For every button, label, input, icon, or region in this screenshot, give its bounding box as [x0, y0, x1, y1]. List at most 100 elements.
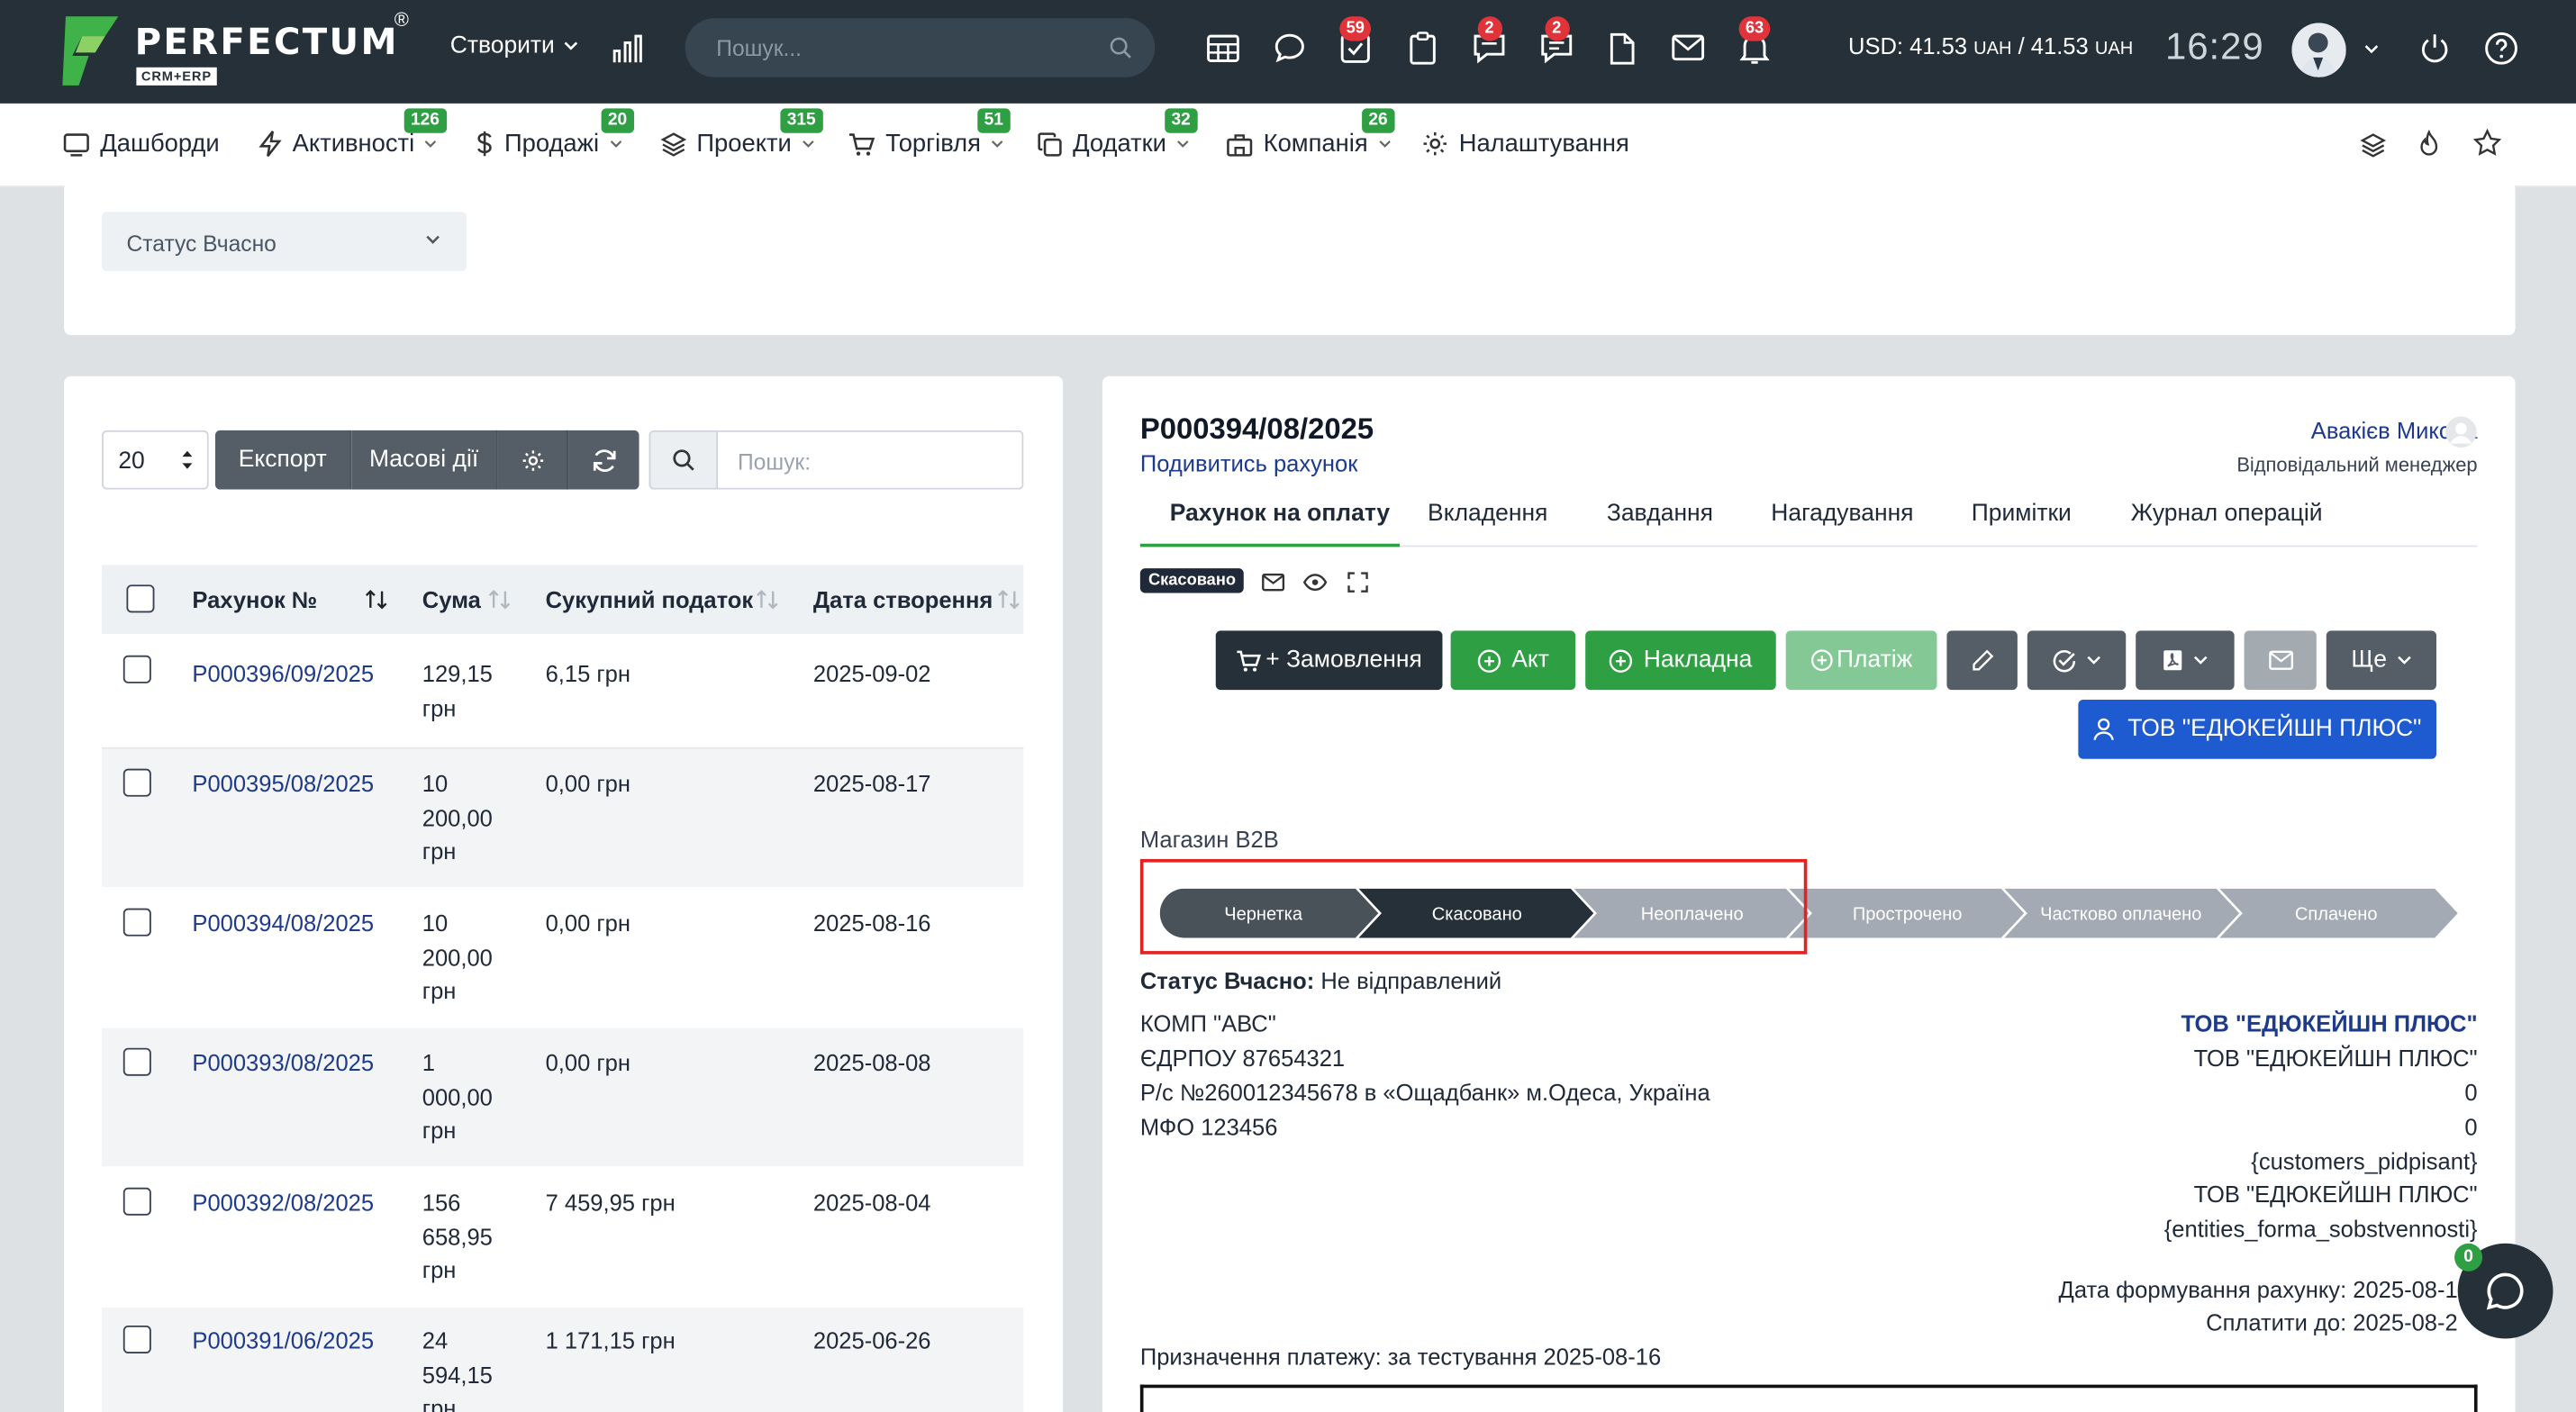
tasks-check-icon[interactable]: 59 — [1339, 16, 1372, 64]
help-icon[interactable] — [2484, 32, 2518, 66]
buyer-title-link[interactable]: ТОВ "ЕДЮКЕЙШН ПЛЮС" — [2181, 1010, 2478, 1036]
nav-item-projects[interactable]: Проекти 315 — [660, 108, 822, 158]
sort-icon[interactable] — [488, 589, 512, 610]
column-header-sum[interactable]: Сума — [422, 586, 481, 612]
nav-item-dashboards[interactable]: Дашборди — [62, 130, 220, 158]
list-toolbar: Експорт Масові дії — [214, 430, 639, 490]
sort-icon[interactable] — [997, 589, 1020, 610]
row-checkbox[interactable] — [122, 1187, 151, 1216]
tab-reminders[interactable]: Нагадування — [1771, 501, 1913, 527]
messages-icon[interactable]: 2 — [1539, 16, 1574, 64]
sum-part: 10 — [422, 910, 449, 937]
search-icon — [673, 449, 694, 471]
invoice-number-link[interactable]: P000394/08/2025 — [192, 907, 374, 940]
sort-desc-icon[interactable] — [365, 589, 388, 610]
buyer-line: ТОВ "ЕДЮКЕЙШН ПЛЮС" — [2193, 1181, 2478, 1208]
table-row[interactable]: P000393/08/2025 1 000,00 грн 0,00 грн 2025… — [102, 1027, 1024, 1167]
invoice-number-link[interactable]: P000396/09/2025 — [192, 657, 374, 691]
user-avatar[interactable] — [2291, 23, 2346, 77]
select-all-checkbox[interactable] — [126, 584, 155, 613]
power-icon[interactable] — [2418, 32, 2451, 66]
tab-tasks[interactable]: Завдання — [1607, 501, 1713, 527]
create-menu-button[interactable]: Створити — [450, 32, 578, 59]
clipboard-icon[interactable] — [1408, 32, 1438, 66]
reports-chart-icon[interactable] — [612, 32, 644, 65]
invoice-number-link[interactable]: P000393/08/2025 — [192, 1046, 374, 1080]
list-search-button[interactable] — [649, 430, 719, 490]
more-button[interactable]: Ще — [2326, 630, 2436, 691]
status-badge: Скасовано — [1139, 568, 1245, 593]
table-row[interactable]: P000391/06/2025 24 594,15 грн 1 171,15 грн… — [102, 1307, 1024, 1412]
nav-item-settings[interactable]: Налаштування — [1421, 130, 1629, 158]
table-row[interactable]: P000396/09/2025 129,15 грн 6,15 грн 2025-… — [102, 634, 1024, 747]
edit-button[interactable] — [1946, 630, 2018, 691]
act-button[interactable]: Акт — [1450, 630, 1576, 691]
row-checkbox[interactable] — [122, 768, 151, 797]
user-menu-chevron-icon[interactable] — [2364, 44, 2379, 54]
nav-item-addons[interactable]: Додатки 32 — [1037, 108, 1198, 158]
tab-notes[interactable]: Примітки — [1972, 501, 2072, 527]
add-order-button[interactable]: + Замовлення — [1215, 630, 1443, 691]
customer-button[interactable]: ТОВ "ЕДЮКЕЙШН ПЛЮС" — [2078, 700, 2436, 759]
sum-part: 129,15 — [422, 660, 493, 687]
nav-badge: 32 — [1165, 108, 1198, 133]
invoice-number-link[interactable]: P000391/06/2025 — [192, 1324, 374, 1357]
nav-label: Дашборди — [100, 130, 220, 158]
sort-icon[interactable] — [756, 589, 779, 610]
tab-attachments[interactable]: Вкладення — [1428, 501, 1547, 527]
tab-activity-log[interactable]: Журнал операцій — [2131, 501, 2323, 527]
invoice-tax: 0,00 грн — [545, 770, 630, 797]
refresh-button[interactable] — [568, 430, 639, 490]
mail-icon[interactable] — [1671, 32, 1705, 62]
eye-icon[interactable] — [1302, 574, 1328, 592]
tab-invoice[interactable]: Рахунок на оплату — [1170, 501, 1390, 527]
top-bar: PERFECTUM ® CRM+ERP Створити 59 — [0, 0, 2576, 104]
invoice-number-link[interactable]: P000395/08/2025 — [192, 767, 374, 801]
invoice-sum: 1 000,00 грн — [422, 1046, 493, 1147]
fire-icon[interactable] — [2417, 130, 2441, 159]
document-icon[interactable] — [1607, 32, 1637, 66]
fullscreen-icon[interactable] — [1347, 572, 1369, 593]
chat-flag-icon[interactable]: 2 — [1472, 16, 1506, 64]
waybill-button[interactable]: Накладна — [1585, 630, 1776, 691]
column-settings-button[interactable] — [497, 430, 569, 490]
mail-icon[interactable] — [1262, 573, 1285, 592]
row-checkbox[interactable] — [122, 655, 151, 683]
row-checkbox[interactable] — [122, 908, 151, 937]
row-checkbox[interactable] — [122, 1047, 151, 1076]
column-header-tax[interactable]: Сукупний податок — [546, 586, 754, 612]
chat-bubble-icon[interactable] — [1274, 32, 1306, 64]
column-header-number[interactable]: Рахунок № — [192, 586, 317, 612]
send-email-button[interactable] — [2244, 630, 2317, 691]
calendar-table-icon[interactable] — [1206, 32, 1240, 64]
row-checkbox[interactable] — [122, 1325, 151, 1353]
bulk-actions-button[interactable]: Масові дії — [351, 430, 498, 490]
list-search-input[interactable]: Пошук: — [718, 430, 1024, 490]
nav-item-company[interactable]: Компанія 26 — [1226, 108, 1395, 158]
invoice-sum: 10 200,00 грн — [422, 907, 493, 1008]
export-button[interactable]: Експорт — [214, 430, 352, 490]
pdf-menu-button[interactable] — [2136, 630, 2235, 691]
table-row[interactable]: P000395/08/2025 10 200,00 грн 0,00 грн 202… — [102, 748, 1024, 887]
logo[interactable]: PERFECTUM ® CRM+ERP — [62, 8, 415, 93]
bell-icon[interactable]: 63 — [1738, 16, 1771, 66]
status-vchasno-select[interactable]: Статус Вчасно — [102, 212, 467, 271]
star-icon[interactable] — [2472, 128, 2502, 158]
payment-button[interactable]: Платіж — [1785, 630, 1937, 691]
nav-item-sales[interactable]: Продажі 20 — [475, 108, 634, 158]
approve-menu-button[interactable] — [2027, 630, 2127, 691]
nav-item-activities[interactable]: Активності 126 — [258, 108, 447, 158]
invoice-number-link[interactable]: P000392/08/2025 — [192, 1186, 374, 1219]
nav-item-trade[interactable]: Торгівля 51 — [848, 108, 1011, 158]
page-size-select[interactable]: 20 — [102, 430, 209, 490]
table-row[interactable]: P000392/08/2025 156 658,95 грн 7 459,95 гр… — [102, 1167, 1024, 1307]
highlight-box — [1139, 858, 1808, 955]
search-icon[interactable] — [1109, 36, 1132, 59]
column-header-date[interactable]: Дата створення — [813, 586, 993, 612]
notifications-badge: 63 — [1738, 16, 1771, 41]
global-search — [685, 18, 1156, 77]
global-search-input[interactable] — [716, 18, 1111, 77]
layers-toggle-icon[interactable] — [2359, 131, 2387, 159]
table-row[interactable]: P000394/08/2025 10 200,00 грн 0,00 грн 202… — [102, 888, 1024, 1027]
view-invoice-link[interactable]: Подивитись рахунок — [1140, 450, 1358, 476]
